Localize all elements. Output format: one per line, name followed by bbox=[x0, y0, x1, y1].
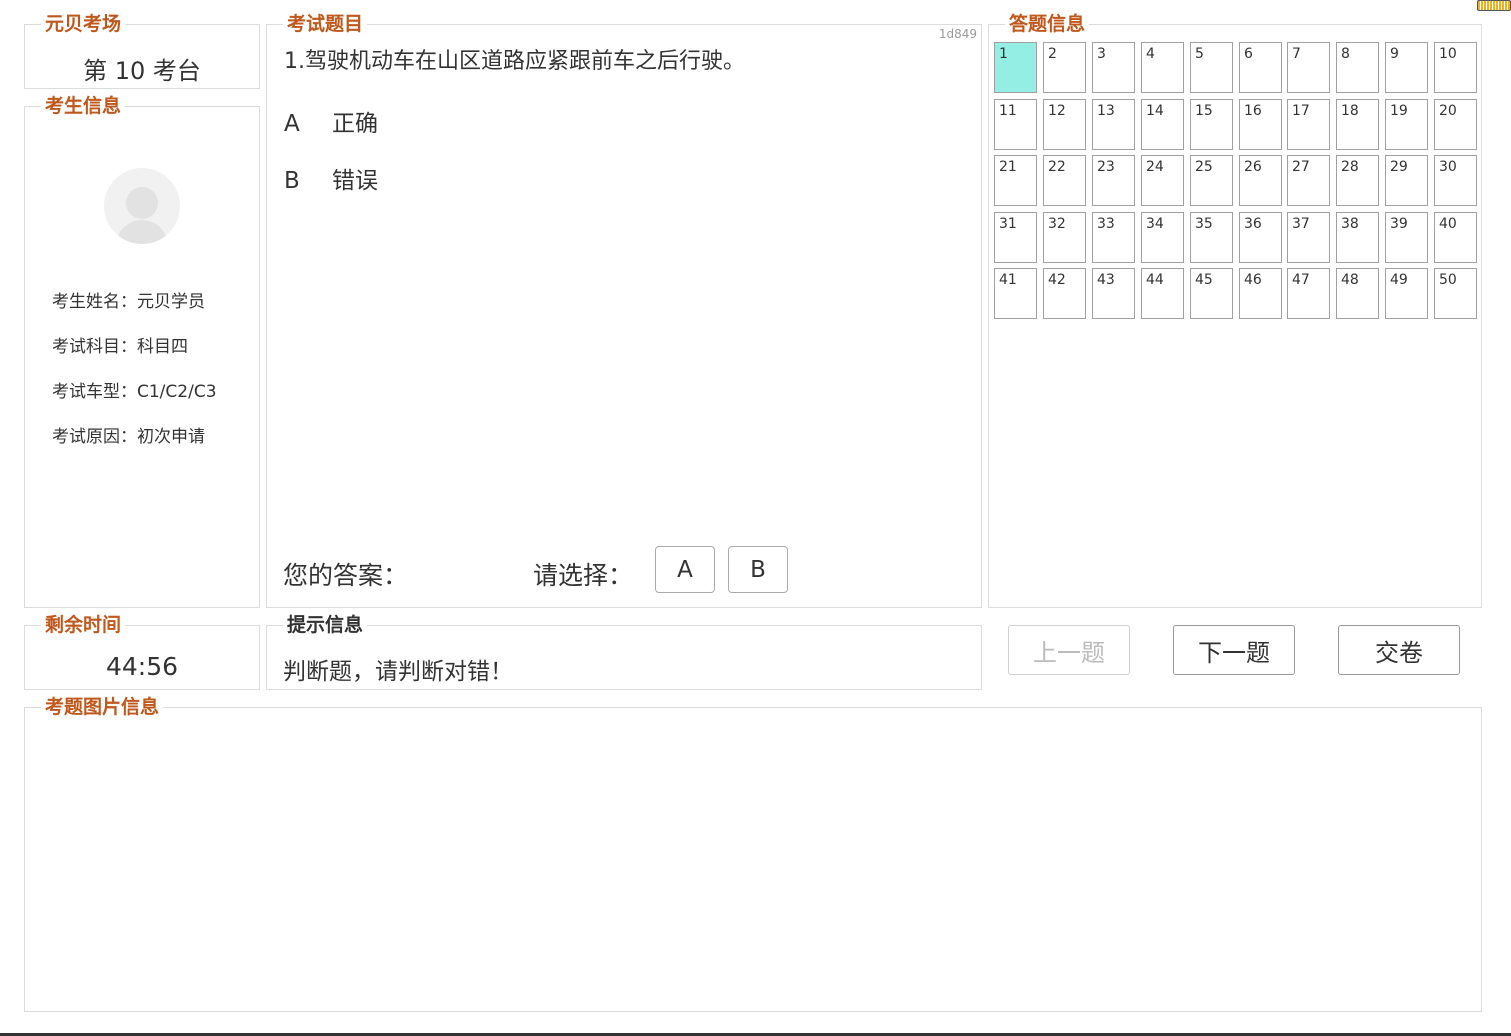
answer-cell-29[interactable]: 29 bbox=[1385, 155, 1428, 206]
answer-cell-11[interactable]: 11 bbox=[994, 99, 1037, 150]
answer-cell-43[interactable]: 43 bbox=[1092, 268, 1135, 319]
exam-reason-row: 考试原因：初次申请 bbox=[52, 422, 205, 447]
remaining-time-panel: 剩余时间 44:56 bbox=[24, 613, 260, 690]
exam-subject-label: 考试科目： bbox=[52, 337, 137, 357]
vehicle-type-value: C1/C2/C3 bbox=[137, 382, 217, 402]
exam-room-title: 元贝考场 bbox=[41, 12, 126, 36]
exam-subject-row: 考试科目：科目四 bbox=[52, 332, 188, 357]
answer-cell-41[interactable]: 41 bbox=[994, 268, 1037, 319]
question-id: 1d849 bbox=[938, 27, 977, 41]
answer-cell-47[interactable]: 47 bbox=[1287, 268, 1330, 319]
answer-cell-21[interactable]: 21 bbox=[994, 155, 1037, 206]
answer-cell-15[interactable]: 15 bbox=[1190, 99, 1233, 150]
answer-cell-48[interactable]: 48 bbox=[1336, 268, 1379, 319]
answer-cell-4[interactable]: 4 bbox=[1141, 42, 1184, 93]
answer-cell-44[interactable]: 44 bbox=[1141, 268, 1184, 319]
answer-cell-42[interactable]: 42 bbox=[1043, 268, 1086, 319]
answer-info-panel: 答题信息 1 2 3 4 5 6 7 8 9 10 11 12 13 14 15 16 17 18 19 20 21 22… bbox=[988, 12, 1482, 608]
hint-title: 提示信息 bbox=[283, 613, 368, 637]
remaining-time-value: 44:56 bbox=[105, 652, 179, 681]
answer-cell-8[interactable]: 8 bbox=[1336, 42, 1379, 93]
answer-cell-45[interactable]: 45 bbox=[1190, 268, 1233, 319]
answer-info-title: 答题信息 bbox=[1005, 12, 1090, 36]
option-b: B 错误 bbox=[284, 161, 378, 195]
room-number: 第 10 考台 bbox=[83, 57, 201, 85]
answer-cell-36[interactable]: 36 bbox=[1239, 212, 1282, 263]
question-text: 1.驾驶机动车在山区道路应紧跟前车之后行驶。 bbox=[284, 49, 745, 74]
exam-reason-value: 初次申请 bbox=[137, 427, 205, 447]
answer-cell-13[interactable]: 13 bbox=[1092, 99, 1135, 150]
answer-a-button[interactable]: A bbox=[655, 546, 715, 593]
question-panel: 考试题目 1d849 1.驾驶机动车在山区道路应紧跟前车之后行驶。 A 正确 B 错… bbox=[266, 12, 982, 608]
answer-cell-9[interactable]: 9 bbox=[1385, 42, 1428, 93]
answer-cell-32[interactable]: 32 bbox=[1043, 212, 1086, 263]
answer-cell-50[interactable]: 50 bbox=[1434, 268, 1477, 319]
option-b-letter: B bbox=[284, 168, 300, 194]
answer-cell-24[interactable]: 24 bbox=[1141, 155, 1184, 206]
option-b-text: 错误 bbox=[332, 168, 378, 194]
answer-cell-6[interactable]: 6 bbox=[1239, 42, 1282, 93]
answer-cell-22[interactable]: 22 bbox=[1043, 155, 1086, 206]
answer-cell-26[interactable]: 26 bbox=[1239, 155, 1282, 206]
answer-cell-35[interactable]: 35 bbox=[1190, 212, 1233, 263]
exam-room-panel: 元贝考场 第 10 考台 bbox=[24, 12, 260, 89]
answer-cell-1[interactable]: 1 bbox=[994, 42, 1037, 93]
avatar bbox=[104, 168, 180, 244]
answer-cell-5[interactable]: 5 bbox=[1190, 42, 1233, 93]
your-answer-label: 您的答案： bbox=[283, 561, 409, 590]
answer-cell-37[interactable]: 37 bbox=[1287, 212, 1330, 263]
answer-cell-25[interactable]: 25 bbox=[1190, 155, 1233, 206]
question-image-panel: 考题图片信息 bbox=[24, 695, 1482, 1012]
hint-text: 判断题，请判断对错！ bbox=[283, 659, 513, 685]
answer-cell-7[interactable]: 7 bbox=[1287, 42, 1330, 93]
battery-icon bbox=[1477, 0, 1511, 11]
answer-cell-38[interactable]: 38 bbox=[1336, 212, 1379, 263]
answer-cell-31[interactable]: 31 bbox=[994, 212, 1037, 263]
answer-cell-49[interactable]: 49 bbox=[1385, 268, 1428, 319]
candidate-name-label: 考生姓名： bbox=[52, 292, 137, 312]
answer-cell-33[interactable]: 33 bbox=[1092, 212, 1135, 263]
option-a-letter: A bbox=[284, 111, 300, 137]
select-label: 请选择： bbox=[533, 561, 634, 590]
next-question-button[interactable]: 下一题 bbox=[1173, 625, 1295, 675]
avatar-body-shape bbox=[116, 220, 168, 244]
vehicle-type-label: 考试车型： bbox=[52, 382, 137, 402]
exam-subject-value: 科目四 bbox=[137, 337, 188, 357]
candidate-info-title: 考生信息 bbox=[41, 94, 126, 118]
answer-cell-28[interactable]: 28 bbox=[1336, 155, 1379, 206]
prev-question-button[interactable]: 上一题 bbox=[1008, 625, 1130, 675]
answer-cell-14[interactable]: 14 bbox=[1141, 99, 1184, 150]
exam-reason-label: 考试原因： bbox=[52, 427, 137, 447]
avatar-head-shape bbox=[126, 187, 158, 219]
answer-cell-3[interactable]: 3 bbox=[1092, 42, 1135, 93]
candidate-info-panel: 考生信息 考生姓名：元贝学员 考试科目：科目四 考试车型：C1/C2/C3 考试… bbox=[24, 94, 260, 608]
answer-cell-17[interactable]: 17 bbox=[1287, 99, 1330, 150]
option-a-text: 正确 bbox=[332, 111, 378, 137]
answer-cell-20[interactable]: 20 bbox=[1434, 99, 1477, 150]
question-image-title: 考题图片信息 bbox=[41, 695, 164, 719]
question-panel-title: 考试题目 bbox=[283, 12, 368, 36]
hint-panel: 提示信息 判断题，请判断对错！ bbox=[266, 613, 982, 690]
answer-cell-39[interactable]: 39 bbox=[1385, 212, 1428, 263]
answer-cell-30[interactable]: 30 bbox=[1434, 155, 1477, 206]
answer-cell-40[interactable]: 40 bbox=[1434, 212, 1477, 263]
answer-cell-10[interactable]: 10 bbox=[1434, 42, 1477, 93]
candidate-name-value: 元贝学员 bbox=[137, 292, 205, 312]
answer-cell-18[interactable]: 18 bbox=[1336, 99, 1379, 150]
remaining-time-title: 剩余时间 bbox=[41, 613, 126, 637]
submit-exam-button[interactable]: 交卷 bbox=[1338, 625, 1460, 675]
candidate-name-row: 考生姓名：元贝学员 bbox=[52, 287, 205, 312]
answer-cell-12[interactable]: 12 bbox=[1043, 99, 1086, 150]
answer-cell-27[interactable]: 27 bbox=[1287, 155, 1330, 206]
option-a: A 正确 bbox=[284, 104, 378, 138]
answer-cell-34[interactable]: 34 bbox=[1141, 212, 1184, 263]
answer-cell-19[interactable]: 19 bbox=[1385, 99, 1428, 150]
vehicle-type-row: 考试车型：C1/C2/C3 bbox=[52, 377, 217, 402]
answer-b-button[interactable]: B bbox=[728, 546, 788, 593]
answer-cell-16[interactable]: 16 bbox=[1239, 99, 1282, 150]
answer-cell-46[interactable]: 46 bbox=[1239, 268, 1282, 319]
answer-cell-2[interactable]: 2 bbox=[1043, 42, 1086, 93]
answer-cell-23[interactable]: 23 bbox=[1092, 155, 1135, 206]
